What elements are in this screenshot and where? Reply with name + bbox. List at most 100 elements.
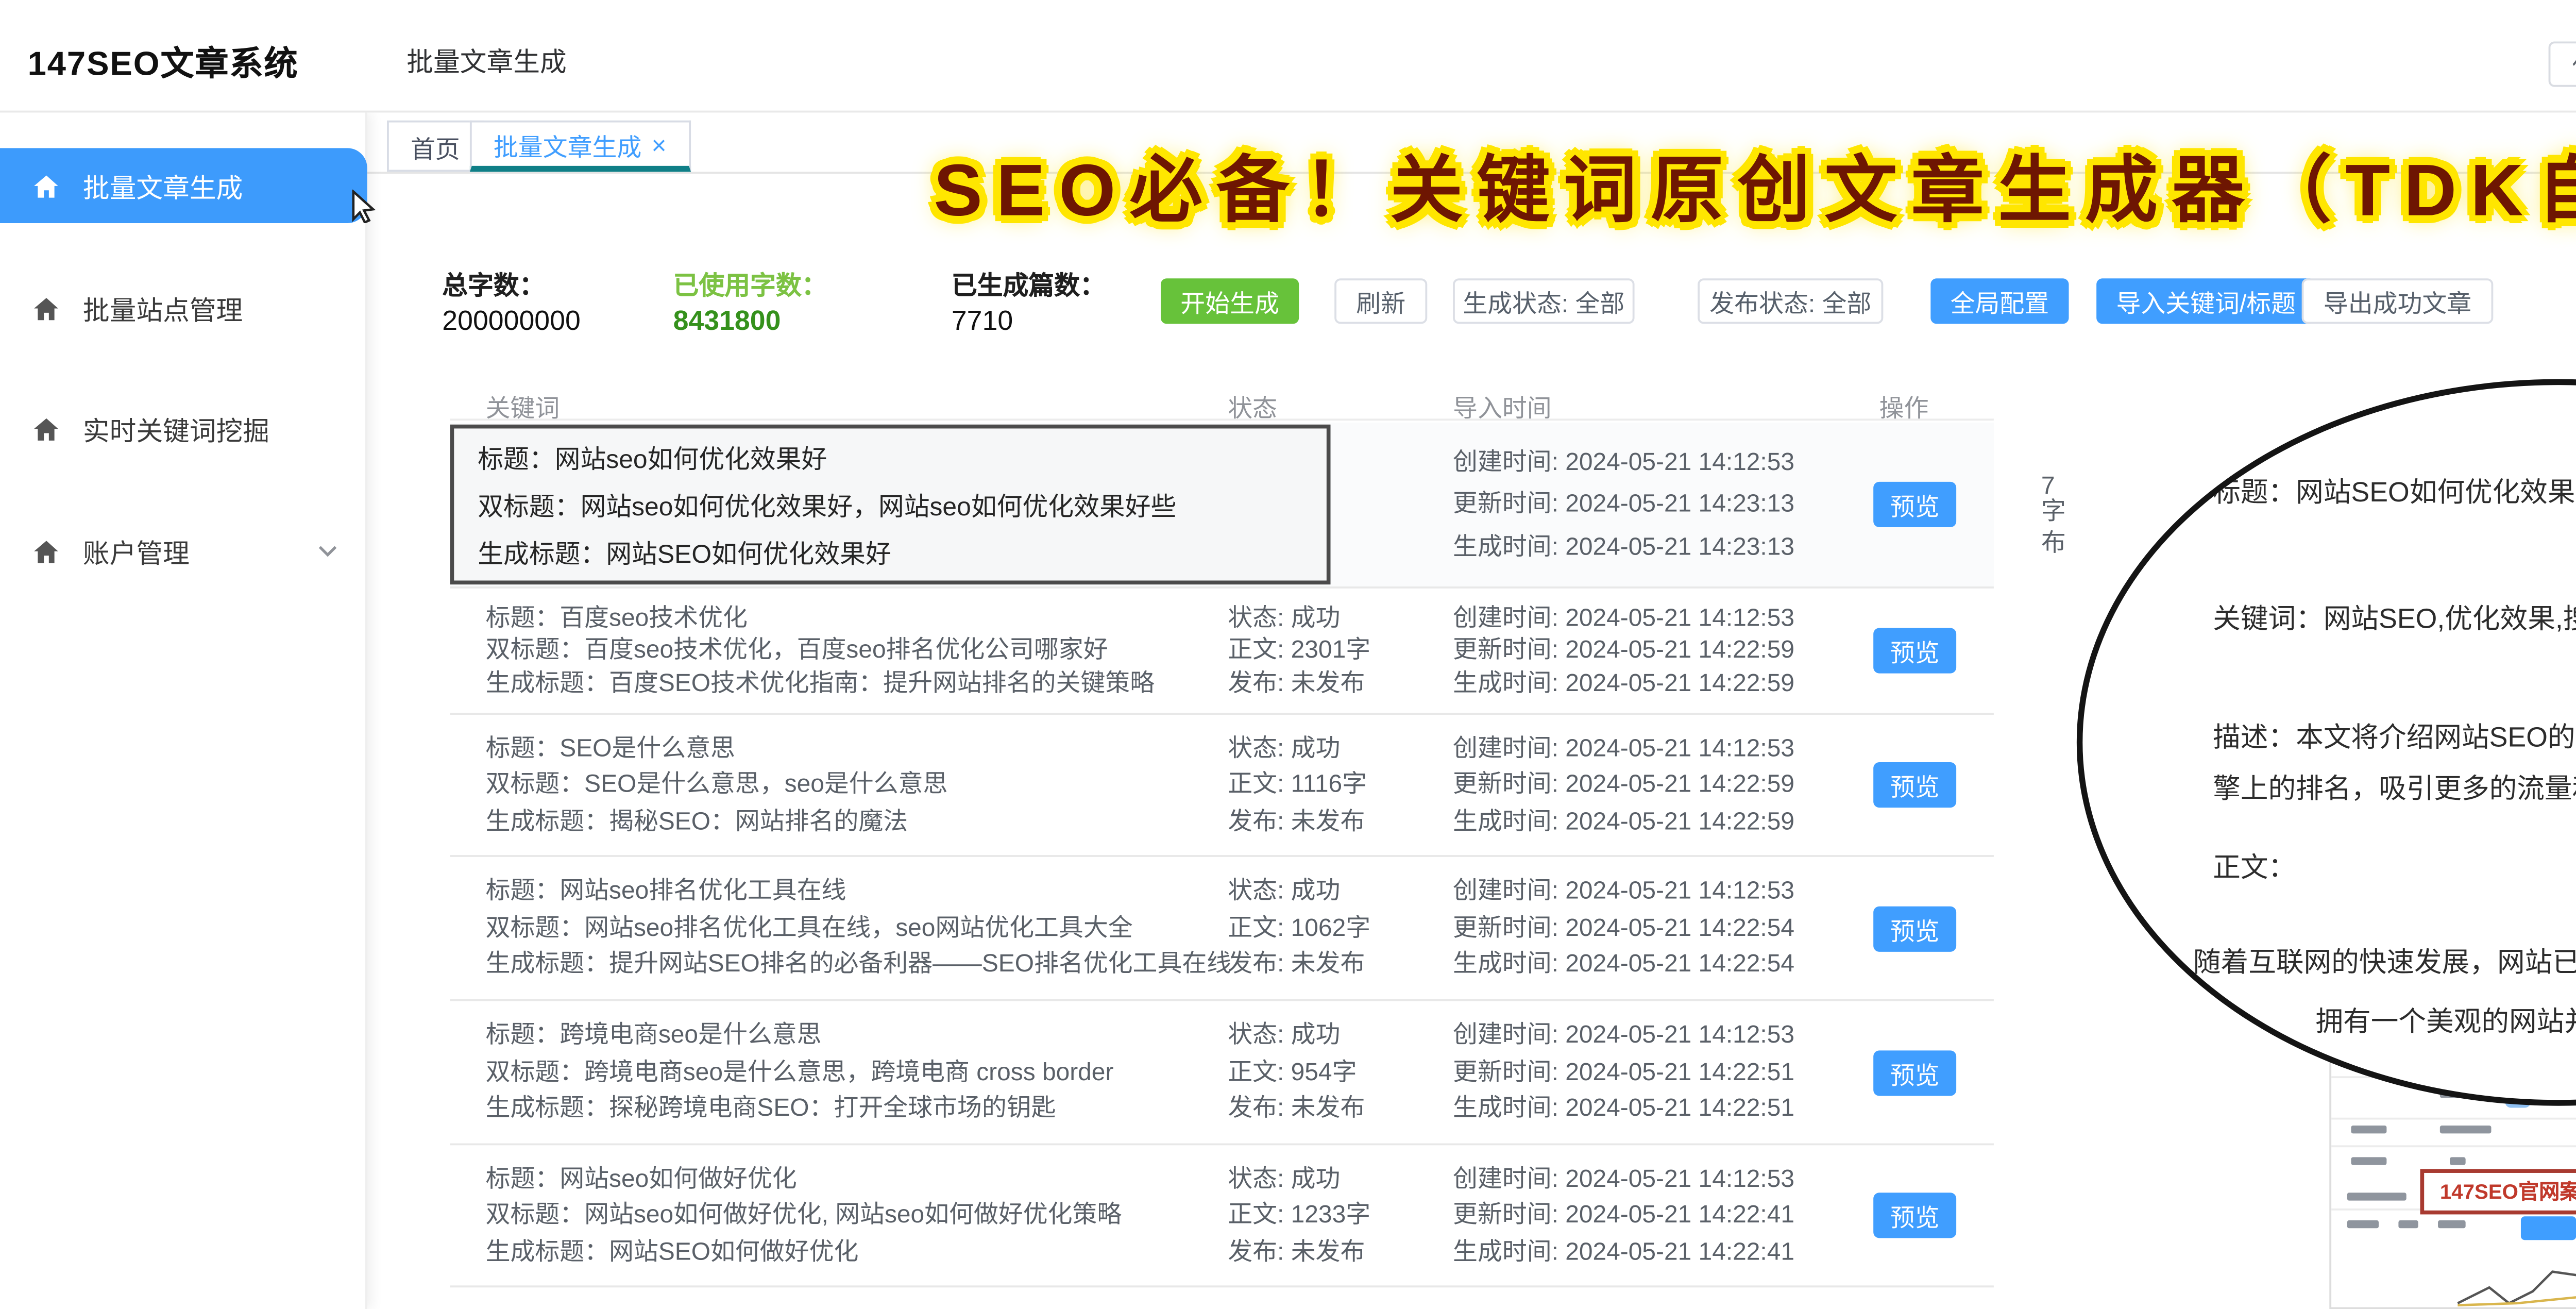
created-time: 创建时间: 2024-05-21 14:12:53 (1453, 1023, 1877, 1048)
publish-line: 发布: 未发布 (1228, 809, 1449, 834)
double-title-line: 双标题：SEO是什么意思，seo是什么意思 (486, 773, 1220, 797)
preview-button[interactable]: 预览 (1873, 1193, 1956, 1238)
double-title-line: 双标题：跨境电商seo是什么意思，跨境电商 cross border (486, 1060, 1220, 1085)
generated-time: 生成时间: 2024-05-21 14:22:41 (1453, 1239, 1877, 1264)
title-line: 标题：网站seo如何优化效果好 (478, 439, 1327, 476)
time-cell: 创建时间: 2024-05-21 14:12:53 更新时间: 2024-05-… (1453, 1145, 1877, 1285)
keyword-cell: 标题：网站seo排名优化工具在线 双标题：网站seo排名优化工具在线，seo网站… (486, 857, 1220, 999)
used-words-label: 已使用字数： (673, 264, 827, 302)
status-line: 状态: 成功 (1228, 606, 1449, 631)
publish-line: 发布: 未发布 (1228, 1239, 1449, 1264)
home-icon (31, 414, 61, 443)
global-config-button[interactable]: 全局配置 (1930, 278, 2069, 324)
tab-label: 批量文章生成 (494, 125, 641, 163)
home-icon (31, 171, 61, 200)
updated-time: 更新时间: 2024-05-21 14:22:41 (1453, 1203, 1877, 1228)
preview-button[interactable]: 预览 (1873, 905, 1956, 951)
start-generate-button[interactable]: 开始生成 (1161, 278, 1299, 324)
breadcrumb: 批量文章生成 (406, 40, 566, 79)
double-title-line: 双标题：网站seo如何做好优化, 网站seo如何做好优化策略 (486, 1203, 1220, 1228)
created-time: 创建时间: 2024-05-21 14:12:53 (1453, 450, 1877, 475)
generated-time: 生成时间: 2024-05-21 14:22:59 (1453, 670, 1877, 695)
status-line: 状态: 成功 (1228, 1023, 1449, 1048)
tab-batch-article[interactable]: 批量文章生成 × (470, 121, 690, 172)
title-line: 标题：网站seo如何做好优化 (486, 1167, 1220, 1191)
total-words-value: 200000000 (442, 304, 581, 335)
publish-line: 发布: 未发布 (1228, 670, 1449, 695)
trend-chart-left (2339, 1216, 2576, 1307)
home-icon (31, 536, 61, 565)
status-line: 状态: 成功 (1228, 736, 1449, 761)
status-cell: 状态: 成功 正文: 2301字 发布: 未发布 (1228, 589, 1449, 713)
keyword-tooltip-box: 标题：网站seo如何优化效果好 双标题：网站seo如何优化效果好，网站seo如何… (450, 425, 1331, 584)
sidebar-item-account[interactable]: 账户管理 (0, 513, 367, 589)
sidebar-item-label: 批量文章生成 (83, 166, 243, 206)
generated-count-label: 已生成篇数： (952, 264, 1106, 302)
export-success-button[interactable]: 导出成功文章 (2302, 278, 2494, 324)
updated-time: 更新时间: 2024-05-21 14:22:59 (1453, 639, 1877, 663)
case-callout: 147SEO官网案例，收录和排名稳定上升! (2420, 1169, 2576, 1214)
table-row: 标题：网站seo排名优化工具在线 双标题：网站seo排名优化工具在线，seo网站… (450, 857, 1994, 1001)
preview-button[interactable]: 预览 (1873, 628, 1956, 673)
generated-time: 生成时间: 2024-05-21 14:22:59 (1453, 809, 1877, 834)
generated-title-line: 生成标题：提升网站SEO排名的必备利器——SEO排名优化工具在线 (486, 952, 1220, 977)
chevron-down-icon (316, 539, 340, 563)
preview-body-label: 正文： (2213, 847, 2296, 887)
preview-button[interactable]: 预览 (1873, 482, 1956, 527)
time-cell: 创建时间: 2024-05-21 14:12:53 更新时间: 2024-05-… (1453, 715, 1877, 855)
generate-status-select[interactable]: 生成状态: 全部 (1453, 278, 1635, 324)
keyword-cell: 标题：百度seo技术优化 双标题：百度seo技术优化，百度seo排名优化公司哪家… (486, 589, 1220, 713)
preview-button[interactable]: 预览 (1873, 762, 1956, 808)
publish-status-select[interactable]: 发布状态: 全部 (1698, 278, 1883, 324)
double-title-line: 双标题：网站seo如何优化效果好，网站seo如何优化效果好些 (478, 486, 1327, 524)
sidebar-item-batch-article[interactable]: 批量文章生成 (0, 148, 367, 223)
sidebar-item-batch-site[interactable]: 批量站点管理 (0, 271, 367, 346)
preview-keywords: 关键词：网站SEO,优化效果,搜索引擎排名,流量,用户 (2213, 598, 2576, 638)
wordcount-line: 正文: 1062字 (1228, 916, 1449, 941)
keyword-cell: 标题：SEO是什么意思 双标题：SEO是什么意思，seo是什么意思 生成标题：揭… (486, 715, 1220, 855)
close-icon[interactable]: × (651, 129, 666, 159)
import-keywords-button[interactable]: 导入关键词/标题 (2096, 278, 2315, 324)
time-cell: 创建时间: 2024-05-21 14:12:53 更新时间: 2024-05-… (1453, 1001, 1877, 1144)
title-line: 标题：网站seo排名优化工具在线 (486, 879, 1220, 904)
preview-body-line: 拥有一个美观的网站并不 (2315, 1001, 2576, 1041)
preview-description-2: 擎上的排名，吸引更多的流量和用户。 (2213, 768, 2576, 808)
preview-button[interactable]: 预览 (1873, 1049, 1956, 1095)
status-line: 状态: 成功 (1228, 879, 1449, 904)
action-cell: 预览 (1856, 715, 1974, 855)
publish-line: 发布: 未发布 (1228, 1097, 1449, 1121)
tutorial-button[interactable]: 使用教程 (2549, 41, 2576, 87)
status-cell: 状态: 成功 正文: 1233字 发布: 未发布 (1228, 1145, 1449, 1285)
wordcount-line: 正文: 954字 (1228, 1060, 1449, 1085)
updated-time: 更新时间: 2024-05-21 14:22:54 (1453, 916, 1877, 941)
total-words-label: 总字数： (442, 264, 545, 302)
tab-home[interactable]: 首页 (387, 121, 484, 172)
status-line: 状态: 成功 (1228, 1167, 1449, 1191)
sidebar-item-label: 实时关键词挖掘 (83, 409, 269, 448)
generated-count-value: 7710 (952, 304, 1013, 335)
keyword-cell: 标题：网站seo如何做好优化 双标题：网站seo如何做好优化, 网站seo如何做… (486, 1145, 1220, 1285)
status-fragment: 7字 (2041, 474, 2066, 524)
table-row: 标题：百度seo技术优化 双标题：百度seo技术优化，百度seo排名优化公司哪家… (450, 589, 1994, 715)
title-line: 标题：跨境电商seo是什么意思 (486, 1023, 1220, 1048)
updated-time: 更新时间: 2024-05-21 14:22:51 (1453, 1060, 1877, 1085)
publish-line: 发布: 未发布 (1228, 952, 1449, 977)
action-cell: 预览 (1856, 857, 1974, 999)
refresh-button[interactable]: 刷新 (1334, 278, 1427, 324)
generated-title-line: 生成标题：网站SEO如何优化效果好 (478, 533, 1327, 571)
generated-time: 生成时间: 2024-05-21 14:22:54 (1453, 952, 1877, 977)
wordcount-line: 正文: 1116字 (1228, 773, 1449, 797)
created-time: 创建时间: 2024-05-21 14:12:53 (1453, 606, 1877, 631)
title-line: 标题：SEO是什么意思 (486, 736, 1220, 761)
double-title-line: 双标题：百度seo技术优化，百度seo排名优化公司哪家好 (486, 639, 1220, 663)
sidebar-item-keyword-mining[interactable]: 实时关键词挖掘 (0, 391, 367, 466)
title-line: 标题：百度seo技术优化 (486, 606, 1220, 631)
action-cell: 预览 (1856, 589, 1974, 713)
keyword-cell: 标题：跨境电商seo是什么意思 双标题：跨境电商seo是什么意思，跨境电商 cr… (486, 1001, 1220, 1144)
double-title-line: 双标题：网站seo排名优化工具在线，seo网站优化工具大全 (486, 916, 1220, 941)
sidebar-item-label: 账户管理 (83, 531, 190, 571)
generated-title-line: 生成标题：探秘跨境电商SEO：打开全球市场的钥匙 (486, 1097, 1220, 1121)
action-cell: 预览 (1856, 1001, 1974, 1144)
table-row: 标题：跨境电商seo是什么意思 双标题：跨境电商seo是什么意思，跨境电商 cr… (450, 1001, 1994, 1146)
table-header-divider (450, 418, 1994, 421)
